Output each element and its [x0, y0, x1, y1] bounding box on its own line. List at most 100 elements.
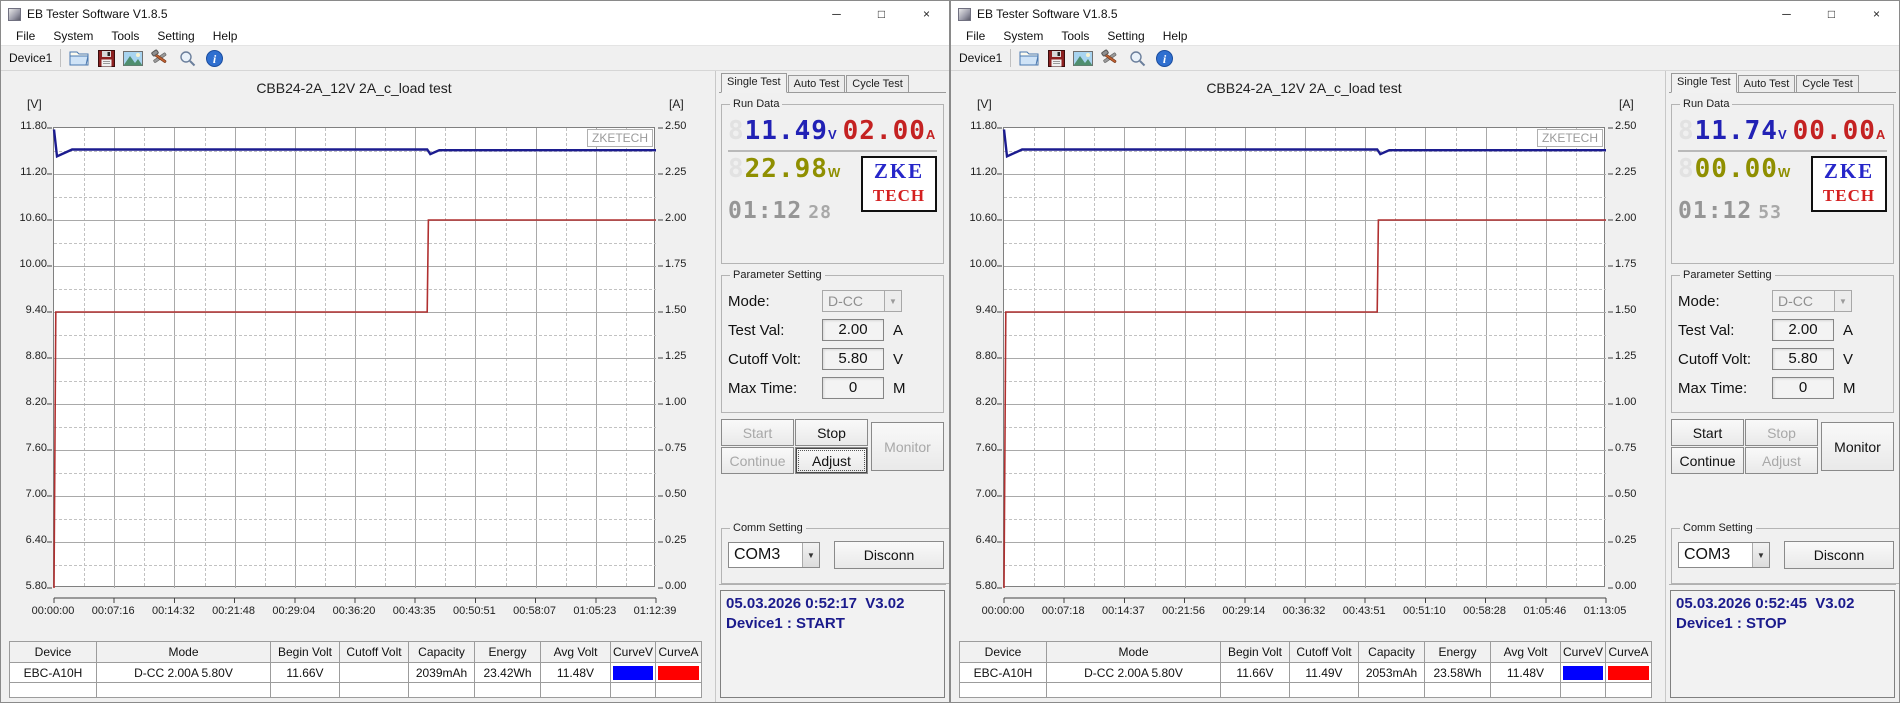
table-cell: 2039mAh [408, 662, 475, 683]
menu-help[interactable]: Help [204, 29, 247, 43]
zoom-icon[interactable] [175, 48, 199, 69]
stop-button[interactable]: Stop [1745, 419, 1818, 446]
cutoff-volt-input[interactable]: 5.80 [822, 348, 884, 370]
desktop: EB Tester Software V1.8.5 ─ □ × File Sys… [0, 0, 1900, 703]
table-header-cell: Begin Volt [270, 641, 340, 663]
tab-single-test[interactable]: Single Test [1671, 73, 1737, 93]
max-time-input[interactable]: 0 [822, 377, 884, 399]
maximize-button[interactable]: □ [1809, 1, 1854, 27]
tab-cycle-test[interactable]: Cycle Test [1796, 75, 1859, 92]
menu-system[interactable]: System [44, 29, 102, 43]
y-axis-tick-label: 1.00 [665, 396, 687, 408]
curve-color-swatch [1608, 665, 1650, 680]
info-icon[interactable]: i [1152, 48, 1176, 69]
adjust-button[interactable]: Adjust [1745, 447, 1818, 474]
disconnect-button[interactable]: Disconn [834, 541, 944, 569]
tools-icon[interactable] [1098, 48, 1122, 69]
start-button[interactable]: Start [1671, 419, 1744, 446]
device-selector[interactable]: Device1 [955, 49, 1010, 67]
menu-help[interactable]: Help [1154, 29, 1197, 43]
y-axis-left-ticks: 11.80 11.20 10.60 10.00 9.40 8.80 8.20 7.60 7.00… [955, 120, 997, 592]
table-row: EBC-A10H D-CC 2.00A 5.80V 11.66V 11.49V 2053… [959, 662, 1653, 683]
logo-line-zke: ZKE [873, 159, 925, 183]
cutoff-volt-label: Cutoff Volt: [1678, 350, 1752, 368]
table-cell [339, 662, 409, 683]
tab-cycle-test[interactable]: Cycle Test [846, 75, 909, 92]
test-val-label: Test Val: [728, 321, 785, 339]
menu-bar: File System Tools Setting Help [951, 27, 1899, 46]
save-icon[interactable] [1044, 48, 1068, 69]
open-file-icon[interactable] [67, 48, 91, 69]
table-header-cell: Avg Volt [1490, 641, 1561, 663]
curve-color-swatch [613, 665, 654, 680]
y-axis-tick-label: 0.50 [665, 488, 687, 500]
y-axis-tick-label: 11.20 [20, 166, 47, 178]
maximize-button[interactable]: □ [859, 1, 904, 27]
y-axis-tick-label: 10.00 [969, 258, 997, 270]
menu-system[interactable]: System [994, 29, 1052, 43]
tab-single-test[interactable]: Single Test [721, 73, 787, 93]
stop-button[interactable]: Stop [795, 419, 868, 446]
x-axis-tick-label: 00:51:10 [1402, 605, 1446, 617]
test-val-input[interactable]: 2.00 [1772, 319, 1834, 341]
power-unit: W [1777, 165, 1791, 180]
y-axis-tick-label: 0.25 [1615, 534, 1637, 546]
y-axis-right-ticks: 2.50 2.25 2.00 1.75 1.50 1.25 1.00 0.75 0.50 0.25… [1615, 120, 1659, 592]
table-cell: 23.42Wh [474, 662, 541, 683]
max-time-input[interactable]: 0 [1772, 377, 1834, 399]
save-icon[interactable] [94, 48, 118, 69]
zoom-icon[interactable] [1125, 48, 1149, 69]
max-time-label: Max Time: [728, 379, 798, 397]
continue-button[interactable]: Continue [1671, 447, 1744, 474]
open-file-icon[interactable] [1017, 48, 1041, 69]
menu-setting[interactable]: Setting [1098, 29, 1153, 43]
tools-icon[interactable] [148, 48, 172, 69]
voltage-unit: V [827, 127, 837, 142]
power-display: 22.98 [744, 154, 828, 184]
menu-bar: File System Tools Setting Help [1, 27, 949, 46]
y-axis-tick-label: 0.00 [665, 580, 687, 592]
left-axis-unit-label: [V] [27, 97, 42, 111]
monitor-button[interactable]: Monitor [1821, 422, 1894, 471]
start-button[interactable]: Start [721, 419, 794, 446]
run-data-group: Run Data 811.74V 00.00A 800.00W 01:12 53 Z… [1671, 98, 1894, 264]
tab-auto-test[interactable]: Auto Test [1737, 75, 1796, 92]
tab-auto-test[interactable]: Auto Test [787, 75, 846, 92]
results-table: Device Mode Begin Volt Cutoff Volt Capacity E… [9, 641, 703, 698]
disconnect-button[interactable]: Disconn [1784, 541, 1894, 569]
window-title: EB Tester Software V1.8.5 [977, 7, 1118, 21]
export-image-icon[interactable] [1071, 48, 1095, 69]
x-axis-tick-label: 00:36:32 [1282, 605, 1326, 617]
y-axis-left-ticks: 11.80 11.20 10.60 10.00 9.40 8.80 8.20 7.60 7.00… [5, 120, 47, 592]
y-axis-tick-label: 1.50 [665, 304, 687, 316]
minimize-button[interactable]: ─ [1764, 1, 1809, 27]
minimize-button[interactable]: ─ [814, 1, 859, 27]
x-axis-tick-label: 00:14:32 [151, 605, 195, 617]
export-image-icon[interactable] [121, 48, 145, 69]
close-button[interactable]: × [1854, 1, 1899, 27]
com-port-select[interactable]: COM3 ▼ [1678, 542, 1770, 568]
chart: CBB24-2A_12V 2A_c_load test [V] [A] ZKET… [951, 71, 1665, 635]
y-axis-tick-label: 11.80 [970, 120, 997, 132]
adjust-button[interactable]: Adjust [795, 447, 868, 474]
test-val-input[interactable]: 2.00 [822, 319, 884, 341]
menu-setting[interactable]: Setting [148, 29, 203, 43]
info-icon[interactable]: i [202, 48, 226, 69]
menu-file[interactable]: File [7, 29, 44, 43]
menu-tools[interactable]: Tools [102, 29, 148, 43]
mode-select[interactable]: D-CC ▼ [1772, 290, 1852, 312]
menu-file[interactable]: File [957, 29, 994, 43]
com-port-select[interactable]: COM3 ▼ [728, 542, 820, 568]
monitor-button[interactable]: Monitor [871, 422, 944, 471]
status-divider [1669, 584, 1896, 585]
max-time-unit: M [893, 379, 906, 397]
parameter-group-label: Parameter Setting [1683, 269, 1772, 281]
device-selector[interactable]: Device1 [5, 49, 60, 67]
mode-select[interactable]: D-CC ▼ [822, 290, 902, 312]
close-button[interactable]: × [904, 1, 949, 27]
continue-button[interactable]: Continue [721, 447, 794, 474]
x-axis-tick-label: 00:00:00 [981, 605, 1025, 617]
menu-tools[interactable]: Tools [1052, 29, 1098, 43]
cutoff-volt-input[interactable]: 5.80 [1772, 348, 1834, 370]
side-panel: Single Test Auto Test Cycle Test Run Dat… [715, 71, 949, 702]
